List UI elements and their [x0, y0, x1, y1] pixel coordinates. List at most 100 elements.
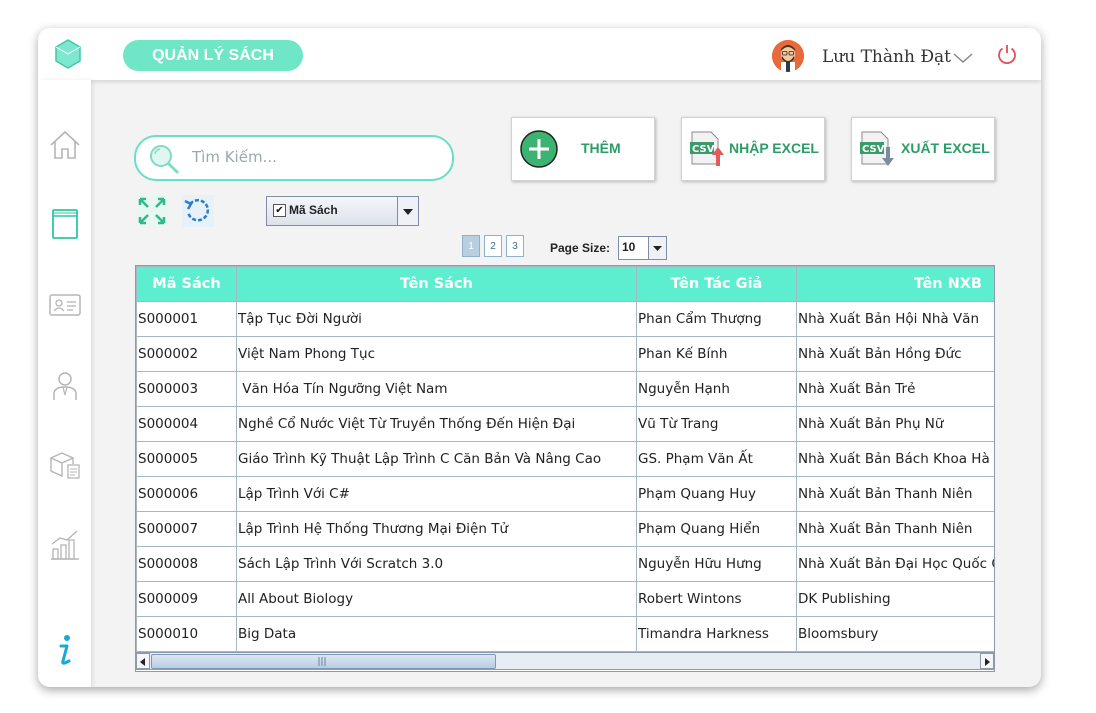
filter-selected-value: Mã Sách — [289, 203, 338, 217]
arrow-left-icon — [140, 658, 145, 666]
scroll-left-button[interactable] — [136, 653, 150, 669]
table-cell: S000007 — [136, 511, 237, 547]
column-header-publisher[interactable]: Tên NXB — [796, 266, 994, 302]
search-icon[interactable] — [148, 143, 180, 175]
id-card-icon[interactable] — [48, 288, 82, 322]
table-cell: S000005 — [136, 441, 237, 477]
table-header-row: Mã Sách Tên Sách Tên Tác Giả Tên NXB — [136, 266, 994, 302]
arrow-right-icon — [985, 658, 990, 666]
table-cell: S000004 — [136, 406, 237, 442]
page-button-3[interactable]: 3 — [506, 235, 524, 257]
sidebar — [38, 80, 91, 687]
table-cell: Sách Lập Trình Với Scratch 3.0 — [236, 546, 637, 582]
table-row[interactable]: S000005 Giáo Trình Kỹ Thuật Lập Trình C C… — [136, 441, 994, 477]
import-excel-label: NHẬP EXCEL — [729, 140, 819, 156]
import-excel-button[interactable]: CSV NHẬP EXCEL — [681, 117, 825, 181]
checkbox-icon[interactable]: ✔ — [273, 204, 286, 217]
table-cell: Nhà Xuất Bản Thanh Niên — [796, 476, 994, 512]
table-row[interactable]: S000010 Big Data Timandra Harkness Bloomsbu… — [136, 616, 994, 652]
table-cell: Nhà Xuất Bản Thanh Niên — [796, 511, 994, 547]
table-cell: Vũ Từ Trang — [636, 406, 797, 442]
table-cell: Phạm Quang Huy — [636, 476, 797, 512]
table-cell: S000010 — [136, 616, 237, 652]
table-row[interactable]: S000008 Sách Lập Trình Với Scratch 3.0 Ngu… — [136, 546, 994, 582]
table-cell: Lập Trình Với C# — [236, 476, 637, 512]
dropdown-arrow-icon[interactable] — [397, 197, 418, 225]
table-row[interactable]: S000009 All About Biology Robert Wintons DK… — [136, 581, 994, 617]
table-cell: S000009 — [136, 581, 237, 617]
filter-select[interactable]: ✔ Mã Sách — [266, 196, 419, 226]
horizontal-scrollbar[interactable] — [135, 652, 995, 670]
table-cell: Giáo Trình Kỹ Thuật Lập Trình C Căn Bản … — [236, 441, 637, 477]
home-icon[interactable] — [48, 128, 82, 162]
csv-import-icon: CSV — [690, 131, 724, 166]
table-cell: Nhà Xuất Bản Phụ Nữ — [796, 406, 994, 442]
export-excel-label: XUẤT EXCEL — [901, 140, 990, 156]
table-cell: Phan Cẩm Thượng — [636, 301, 797, 337]
csv-label: CSV — [692, 144, 715, 155]
dropdown-arrow-icon[interactable] — [648, 237, 666, 259]
scrollbar-thumb[interactable] — [151, 654, 496, 669]
page-size-select[interactable]: 10 — [618, 236, 667, 260]
search-box[interactable] — [134, 135, 454, 181]
grip-icon — [318, 657, 326, 666]
page-size-label: Page Size: — [550, 241, 611, 255]
table-row[interactable]: S000004 Nghề Cổ Nước Việt Từ Truyền Thống… — [136, 406, 994, 442]
table-cell: Bloomsbury — [796, 616, 994, 652]
table-row[interactable]: S000003 Văn Hóa Tín Ngưỡng Việt Nam Nguyễ… — [136, 371, 994, 407]
export-excel-button[interactable]: CSV XUẤT EXCEL — [851, 117, 995, 181]
table-cell: All About Biology — [236, 581, 637, 617]
table-cell: S000003 — [136, 371, 237, 407]
table-row[interactable]: S000001 Tập Tục Đời Người Phan Cẩm Thượng N… — [136, 301, 994, 337]
table-row[interactable]: S000006 Lập Trình Với C# Phạm Quang Huy Nhà… — [136, 476, 994, 512]
user-avatar-icon — [772, 40, 804, 72]
table-row[interactable]: S000002 Việt Nam Phong Tục Phan Kế Bính Nhà… — [136, 336, 994, 372]
page-button-1[interactable]: 1 — [462, 235, 480, 257]
table-cell: S000006 — [136, 476, 237, 512]
book-icon[interactable] — [48, 207, 82, 241]
table-cell: Việt Nam Phong Tục — [236, 336, 637, 372]
books-table: Mã Sách Tên Sách Tên Tác Giả Tên NXB S00… — [135, 265, 995, 672]
table-cell: Tập Tục Đời Người — [236, 301, 637, 337]
table-cell: Nhà Xuất Bản Hồng Đức — [796, 336, 994, 372]
expand-icon[interactable] — [137, 196, 167, 226]
table-cell: Timandra Harkness — [636, 616, 797, 652]
app-window: QUẢN LÝ SÁCH Lưu Thành Đạt Tìm Kiếm... T… — [38, 28, 1041, 687]
user-name[interactable]: Lưu Thành Đạt — [822, 47, 951, 67]
table-row[interactable]: S000007 Lập Trình Hệ Thống Thương Mại Điệ… — [136, 511, 994, 547]
table-cell: Văn Hóa Tín Ngưỡng Việt Nam — [236, 371, 637, 407]
table-cell: Robert Wintons — [636, 581, 797, 617]
table-cell: Nhà Xuất Bản Bách Khoa Hà Nội — [796, 441, 994, 477]
search-input[interactable] — [192, 145, 432, 169]
table-cell: Big Data — [236, 616, 637, 652]
package-icon[interactable] — [48, 448, 82, 482]
top-bar: QUẢN LÝ SÁCH Lưu Thành Đạt — [38, 28, 1041, 80]
employee-icon[interactable] — [48, 368, 82, 402]
table-cell: Nhà Xuất Bản Hội Nhà Văn — [796, 301, 994, 337]
table-cell: Nguyễn Hạnh — [636, 371, 797, 407]
column-header-book-id[interactable]: Mã Sách — [136, 266, 237, 302]
csv-label: CSV — [862, 144, 885, 155]
csv-export-icon: CSV — [860, 131, 894, 166]
add-button[interactable]: THÊM — [511, 117, 655, 181]
table-cell: Nguyễn Hữu Hưng — [636, 546, 797, 582]
table-cell: Lập Trình Hệ Thống Thương Mại Điện Tử — [236, 511, 637, 547]
chevron-down-icon[interactable] — [952, 51, 974, 65]
app-title: QUẢN LÝ SÁCH — [123, 40, 303, 71]
info-icon[interactable] — [48, 633, 82, 667]
plus-circle-icon — [520, 130, 558, 168]
table-cell: GS. Phạm Văn Ất — [636, 441, 797, 477]
table-cell: DK Publishing — [796, 581, 994, 617]
page-button-2[interactable]: 2 — [484, 235, 502, 257]
table-cell: Nhà Xuất Bản Đại Học Quốc Gia — [796, 546, 994, 582]
statistics-icon[interactable] — [48, 528, 82, 562]
refresh-icon[interactable] — [182, 195, 214, 227]
table-cell: S000001 — [136, 301, 237, 337]
app-logo-icon — [55, 39, 81, 69]
add-button-label: THÊM — [581, 140, 621, 156]
column-header-book-title[interactable]: Tên Sách — [236, 266, 637, 302]
column-header-author[interactable]: Tên Tác Giả — [636, 266, 797, 302]
scroll-right-button[interactable] — [980, 653, 994, 669]
power-icon[interactable] — [996, 43, 1018, 65]
avatar[interactable] — [772, 40, 804, 72]
